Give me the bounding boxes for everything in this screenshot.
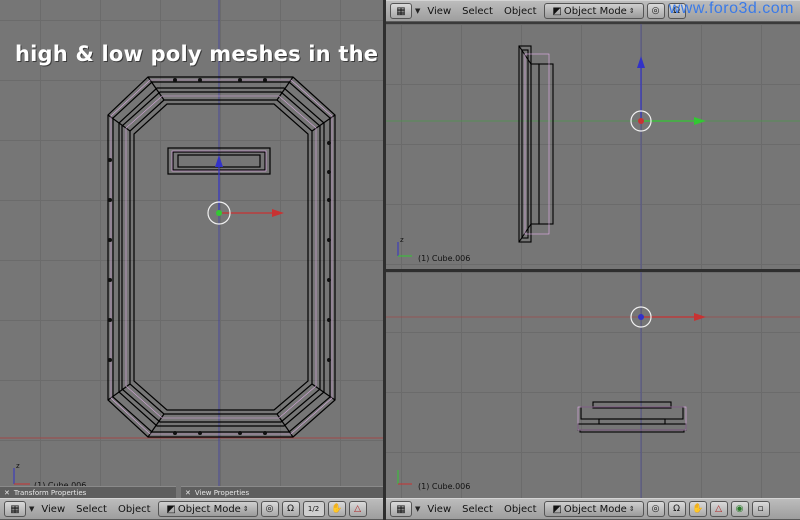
top-view-canvas bbox=[386, 272, 800, 498]
menu-object[interactable]: Object bbox=[500, 3, 541, 19]
transform-properties-panel[interactable]: ✕ Transform Properties bbox=[0, 486, 176, 498]
collapse-icon[interactable]: ▼ bbox=[415, 3, 420, 19]
x-arrow-icon bbox=[272, 209, 284, 217]
viewport-header-front: ▦ ▼ View Select Object ◩ Object Mode ⇕ ◎… bbox=[0, 498, 383, 520]
hand-icon[interactable]: ✋ bbox=[327, 501, 346, 517]
mode-dropdown[interactable]: ◩ Object Mode ⇕ bbox=[543, 501, 644, 517]
object-origin-icon bbox=[638, 314, 644, 320]
grid-icon[interactable]: ▦ bbox=[4, 501, 26, 517]
svg-text:z: z bbox=[16, 462, 20, 470]
z-arrow-icon bbox=[637, 56, 645, 68]
menu-view[interactable]: View bbox=[423, 3, 455, 19]
panel-title: Transform Properties bbox=[13, 488, 87, 497]
close-icon[interactable]: ✕ bbox=[4, 489, 10, 497]
pivot-icon[interactable]: ◎ bbox=[646, 501, 665, 517]
horizontal-splitter[interactable] bbox=[386, 269, 800, 272]
dropdown-arrow-icon: ⇕ bbox=[242, 505, 249, 513]
collapse-icon[interactable]: ▼ bbox=[29, 501, 34, 517]
blender-window: z (1) Cube.006 high & low poly meshes in… bbox=[0, 0, 800, 520]
pivot-icon[interactable]: ◎ bbox=[646, 3, 665, 19]
menu-select[interactable]: Select bbox=[458, 3, 497, 19]
side-mesh bbox=[518, 45, 554, 243]
viewport-top[interactable]: (1) Cube.006 bbox=[386, 272, 800, 498]
door-frame-mesh bbox=[107, 76, 336, 438]
menu-select[interactable]: Select bbox=[72, 501, 111, 517]
close-icon[interactable]: ✕ bbox=[185, 489, 191, 497]
object-mode-icon: ◩ bbox=[552, 503, 562, 515]
menu-view[interactable]: View bbox=[37, 501, 69, 517]
y-arrow-icon bbox=[694, 117, 706, 125]
menu-view[interactable]: View bbox=[423, 501, 455, 517]
viewport-front[interactable]: z (1) Cube.006 bbox=[0, 0, 383, 498]
square-icon[interactable]: ▫ bbox=[751, 501, 770, 517]
object-name-label: (1) Cube.006 bbox=[418, 254, 471, 263]
object-origin-icon bbox=[216, 210, 222, 216]
watermark: www.foro3d.com bbox=[668, 0, 794, 17]
triangle-icon[interactable]: △ bbox=[709, 501, 728, 517]
object-origin-icon bbox=[638, 118, 644, 124]
menu-object[interactable]: Object bbox=[500, 501, 541, 517]
manipulator-icon[interactable]: Ω bbox=[667, 501, 686, 517]
object-name-label: (1) Cube.006 bbox=[418, 482, 471, 491]
front-view-canvas: z bbox=[0, 0, 383, 498]
z-arrow-icon bbox=[215, 155, 223, 167]
floating-panels: ✕ Transform Properties ✕ View Properties bbox=[0, 486, 383, 498]
dropdown-arrow-icon: ⇕ bbox=[628, 7, 635, 15]
mode-label: Object Mode bbox=[563, 5, 627, 17]
grid-icon[interactable]: ▦ bbox=[390, 3, 412, 19]
collapse-icon[interactable]: ▼ bbox=[415, 501, 420, 517]
svg-text:z: z bbox=[400, 236, 404, 244]
viewport-side[interactable]: z (1) Cube.006 bbox=[386, 24, 800, 269]
menu-select[interactable]: Select bbox=[458, 501, 497, 517]
top-mesh bbox=[577, 401, 687, 433]
layer-field[interactable]: 1/2 bbox=[302, 501, 325, 517]
vertical-splitter[interactable] bbox=[383, 0, 386, 520]
view-properties-panel[interactable]: ✕ View Properties bbox=[181, 486, 383, 498]
object-mode-icon: ◩ bbox=[552, 5, 562, 17]
object-mode-icon: ◩ bbox=[166, 503, 176, 515]
mode-dropdown[interactable]: ◩ Object Mode ⇕ bbox=[543, 3, 644, 19]
dropdown-arrow-icon: ⇕ bbox=[628, 505, 635, 513]
side-view-canvas: z bbox=[386, 24, 800, 269]
grid-icon[interactable]: ▦ bbox=[390, 501, 412, 517]
menu-object[interactable]: Object bbox=[114, 501, 155, 517]
mode-dropdown[interactable]: ◩ Object Mode ⇕ bbox=[157, 501, 258, 517]
manipulator-icon[interactable]: Ω bbox=[281, 501, 300, 517]
hand-icon[interactable]: ✋ bbox=[688, 501, 707, 517]
mode-label: Object Mode bbox=[177, 503, 241, 515]
x-arrow-icon bbox=[694, 313, 706, 321]
triangle-icon[interactable]: △ bbox=[348, 501, 367, 517]
pivot-icon[interactable]: ◎ bbox=[260, 501, 279, 517]
panel-title: View Properties bbox=[194, 488, 250, 497]
mode-label: Object Mode bbox=[563, 503, 627, 515]
viewport-header-top: ▦ ▼ View Select Object ◩ Object Mode ⇕ ◎… bbox=[386, 498, 800, 520]
circle-icon[interactable]: ◉ bbox=[730, 501, 749, 517]
